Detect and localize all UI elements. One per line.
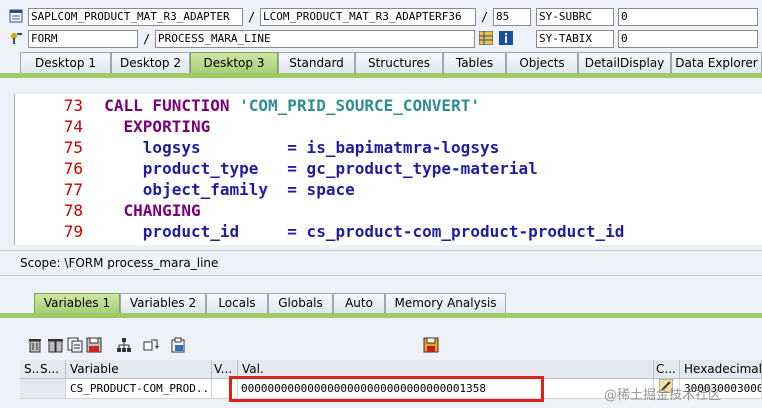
tab-structures[interactable]: Structures	[355, 52, 443, 74]
tab-memory-analysis[interactable]: Memory Analysis	[385, 293, 506, 314]
line-number: 74	[63, 117, 83, 136]
line-number: 79	[63, 222, 83, 241]
delete-all-icon[interactable]	[47, 337, 63, 353]
line-number: 75	[63, 138, 83, 157]
separator: /	[248, 10, 256, 24]
line-number: 80	[15, 243, 83, 245]
program-icon	[9, 9, 23, 23]
row-selector[interactable]	[20, 379, 66, 399]
column-header-status[interactable]: S...	[38, 360, 66, 379]
transfer-icon[interactable]	[143, 337, 159, 353]
code-line: CALL FUNCTION 'COM_PRID_SOURCE_CONVERT'	[104, 96, 480, 115]
code-line: EXCEPTIONS	[85, 243, 220, 245]
event-name-field[interactable]: PROCESS_MARA_LINE	[155, 30, 475, 48]
tab-globals[interactable]: Globals	[268, 293, 333, 314]
code-line: logsys = is_bapimatmra-logsys	[85, 138, 500, 157]
separator: /	[143, 32, 151, 46]
code-line: EXPORTING	[123, 117, 211, 136]
delete-icon[interactable]	[27, 337, 43, 353]
tab-desktop-2[interactable]: Desktop 2	[111, 52, 190, 74]
tab-variables-1[interactable]: Variables 1	[34, 293, 120, 314]
line-number: 73	[63, 96, 83, 115]
tab-locals[interactable]: Locals	[206, 293, 268, 314]
tab-objects[interactable]: Objects	[506, 52, 578, 74]
tab-variables-2[interactable]: Variables 2	[120, 293, 206, 314]
info-icon[interactable]	[499, 31, 513, 45]
tab-strip-line	[0, 73, 762, 78]
variable-tabs: Variables 1 Variables 2 Locals Globals A…	[0, 293, 762, 314]
event-type-field[interactable]: FORM	[28, 30, 138, 48]
sysfield-name-2[interactable]: SY-TABIX	[536, 30, 614, 48]
sysfield-value-1[interactable]: 0	[618, 8, 758, 26]
value-highlight-box	[229, 376, 544, 402]
line-number: 76	[63, 159, 83, 178]
line-number-field[interactable]: 85	[493, 8, 531, 26]
sysfield-name-1[interactable]: SY-SUBRC	[536, 8, 614, 26]
code-line: CHANGING	[123, 201, 201, 220]
scope-label: Scope: \FORM process_mara_line	[0, 250, 762, 276]
table-view-icon[interactable]	[478, 30, 494, 46]
code-line: product_id = cs_product-com_product-prod…	[85, 222, 625, 241]
sysfield-value-2[interactable]: 0	[618, 30, 758, 48]
code-line: product_type = gc_product_type-material	[85, 159, 538, 178]
bottom-tab-strip-line	[0, 313, 762, 318]
hierarchy-icon[interactable]	[116, 337, 132, 353]
select-icon[interactable]	[171, 337, 187, 353]
event-icon	[9, 31, 23, 45]
tab-auto[interactable]: Auto	[333, 293, 385, 314]
column-header-change[interactable]: C...	[654, 360, 680, 379]
line-number: 77	[63, 180, 83, 199]
tab-tables[interactable]: Tables	[443, 52, 506, 74]
column-header-variable[interactable]: Variable	[66, 360, 212, 379]
column-header-hex[interactable]: Hexadecimal V	[680, 360, 762, 379]
watermark: @稀土掘金技术社区	[604, 388, 722, 403]
line-number: 78	[63, 201, 83, 220]
tab-detaildisplay[interactable]: DetailDisplay	[578, 52, 671, 74]
source-code-editor[interactable]: 73 CALL FUNCTION 'COM_PRID_SOURCE_CONVER…	[14, 94, 762, 245]
program-field[interactable]: SAPLCOM_PRODUCT_MAT_R3_ADAPTER	[28, 8, 243, 26]
separator: /	[481, 10, 489, 24]
save-variant-icon[interactable]	[423, 337, 439, 353]
tab-data-explorer[interactable]: Data Explorer	[671, 52, 762, 74]
include-field[interactable]: LCOM_PRODUCT_MAT_R3_ADAPTERF36	[260, 8, 476, 26]
tab-standard[interactable]: Standard	[278, 52, 355, 74]
tab-desktop-1[interactable]: Desktop 1	[20, 52, 111, 74]
desktop-tabs: Desktop 1 Desktop 2 Desktop 3 Standard S…	[0, 52, 762, 74]
save-icon[interactable]	[86, 337, 102, 353]
code-line: object_family = space	[85, 180, 355, 199]
tab-desktop-3[interactable]: Desktop 3	[190, 52, 278, 74]
variable-name-cell[interactable]: CS_PRODUCT-COM_PROD...	[66, 379, 212, 399]
copy-icon[interactable]	[67, 337, 83, 353]
